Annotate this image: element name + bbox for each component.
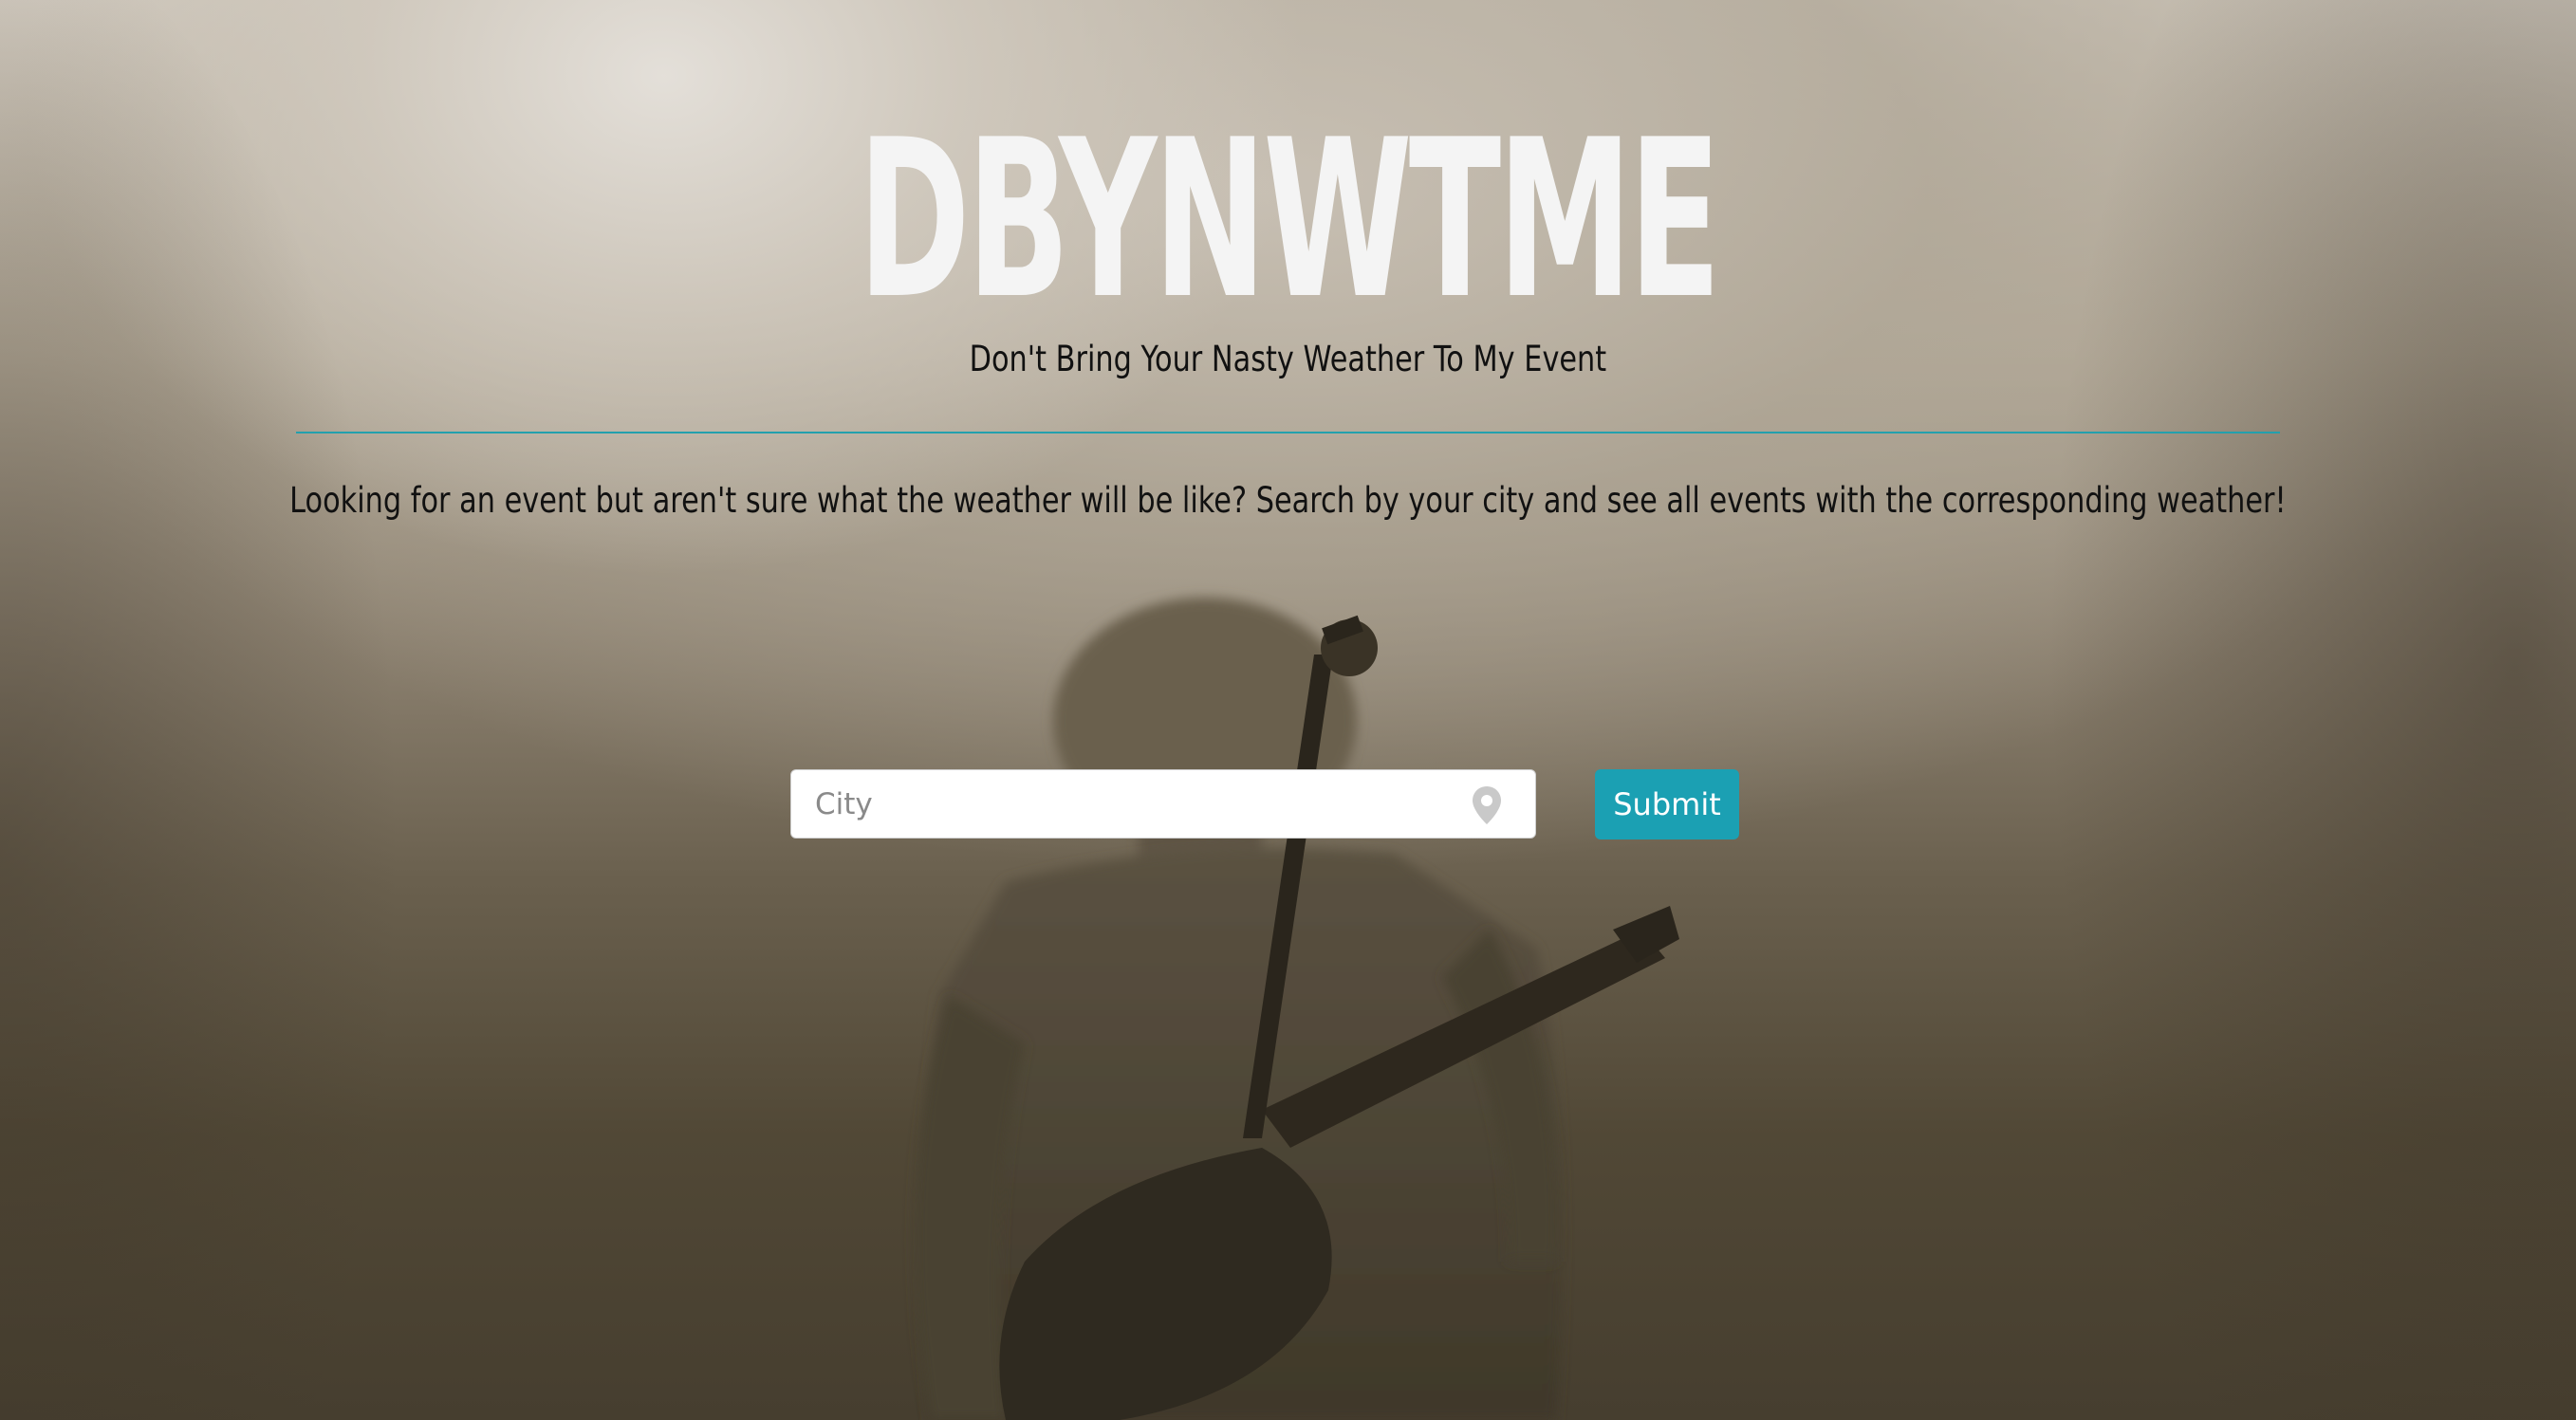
- site-title: DBYNWTME: [858, 94, 1721, 347]
- city-input[interactable]: [815, 770, 1460, 838]
- city-field[interactable]: [790, 769, 1536, 839]
- submit-button[interactable]: Submit: [1595, 769, 1739, 839]
- site-tagline: Don't Bring Your Nasty Weather To My Eve…: [969, 339, 1607, 379]
- intro-description: Looking for an event but aren't sure wha…: [289, 480, 2287, 521]
- map-pin-icon: [1473, 786, 1501, 824]
- header-divider: [296, 432, 2280, 433]
